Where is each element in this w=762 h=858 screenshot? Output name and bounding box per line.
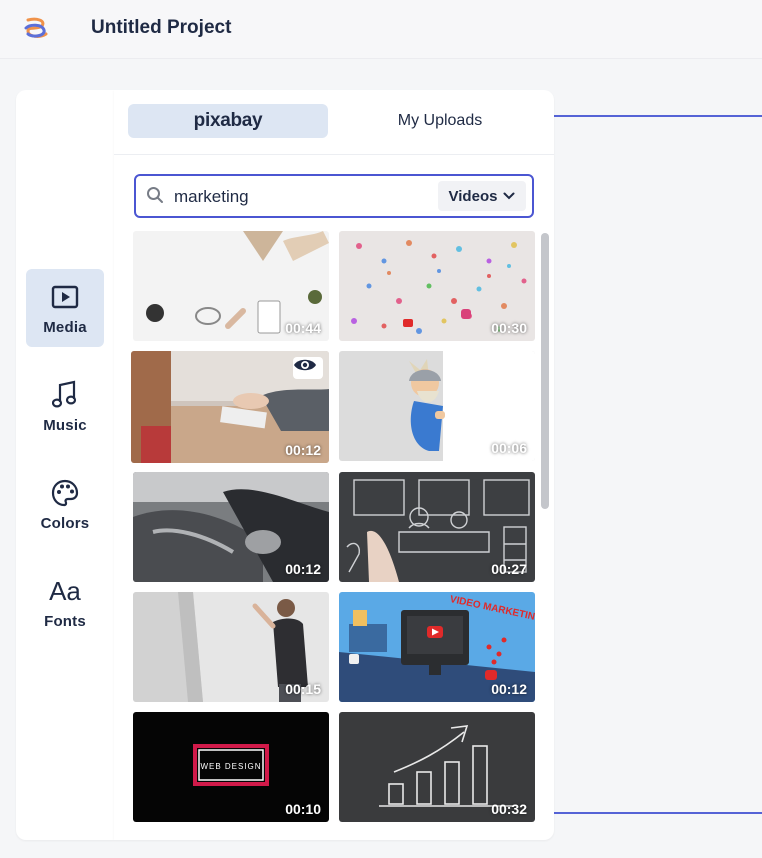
search-icon — [147, 187, 163, 203]
video-duration: 00:30 — [491, 320, 527, 336]
video-thumbnail-hovered[interactable]: 00:12 — [131, 351, 329, 463]
sidebar-item-music[interactable]: Music — [26, 367, 104, 445]
video-duration: 00:32 — [491, 801, 527, 817]
video-thumbnail[interactable]: VIDEO MARKETING 00:12 — [339, 592, 535, 702]
timeline-track-line-bottom — [554, 812, 762, 814]
video-thumbnail[interactable]: 00:15 — [133, 592, 329, 702]
eye-icon — [294, 359, 316, 371]
sidebar-rail: Media Music Colors Aa Fonts — [16, 90, 114, 840]
video-duration: 00:06 — [491, 440, 527, 456]
tab-my-uploads[interactable]: My Uploads — [340, 104, 540, 138]
media-panel: pixabay My Uploads Videos — [114, 90, 554, 840]
chevron-down-icon — [503, 192, 515, 200]
project-title[interactable]: Untitled Project — [91, 17, 231, 39]
video-thumbnail[interactable]: 00:30 — [339, 231, 535, 341]
video-caption-text: WEB DESIGN — [200, 762, 261, 771]
pixabay-logo: pixabay — [193, 110, 263, 131]
music-note-icon — [49, 379, 81, 411]
sidebar-item-colors[interactable]: Colors — [26, 465, 104, 543]
video-duration: 00:27 — [491, 561, 527, 577]
video-duration: 00:10 — [285, 801, 321, 817]
video-duration: 00:12 — [285, 442, 321, 458]
palette-icon — [49, 477, 81, 509]
video-duration: 00:44 — [285, 320, 321, 336]
video-thumbnail[interactable]: 00:27 — [339, 472, 535, 582]
video-thumbnail[interactable]: 00:12 — [133, 472, 329, 582]
sidebar-item-fonts[interactable]: Aa Fonts — [26, 563, 104, 641]
video-thumbnail[interactable]: 00:32 — [339, 712, 535, 822]
video-thumbnail[interactable]: 00:06 — [339, 351, 535, 461]
sidebar-item-label: Media — [43, 318, 87, 336]
results-scrollbar[interactable] — [541, 233, 549, 509]
video-duration: 00:12 — [491, 681, 527, 697]
preview-eye-button[interactable] — [293, 357, 323, 379]
sidebar-item-media[interactable]: Media — [26, 269, 104, 347]
video-duration: 00:12 — [285, 561, 321, 577]
search-box: Videos — [134, 174, 534, 218]
fonts-aa-icon: Aa — [49, 575, 81, 606]
timeline-track-line-top — [554, 115, 762, 117]
video-duration: 00:15 — [285, 681, 321, 697]
media-type-label: Videos — [448, 187, 498, 205]
app-logo-icon[interactable] — [22, 14, 50, 42]
video-thumbnail[interactable]: 00:44 — [133, 231, 329, 341]
media-play-icon — [49, 281, 81, 313]
source-tabs: pixabay My Uploads — [114, 90, 554, 155]
media-type-select[interactable]: Videos — [438, 181, 526, 211]
video-thumbnail[interactable]: WEB DESIGN 00:10 — [133, 712, 329, 822]
search-input[interactable] — [172, 182, 436, 212]
top-bar: Untitled Project — [0, 0, 762, 59]
sidebar-item-label: Colors — [40, 514, 90, 532]
sidebar-item-label: Fonts — [44, 612, 86, 630]
sidebar-item-label: Music — [43, 416, 87, 434]
results-grid: 00:44 00:30 00:12 00:06 00:12 00:27 00:1… — [131, 231, 537, 831]
tab-pixabay[interactable]: pixabay — [128, 104, 328, 138]
